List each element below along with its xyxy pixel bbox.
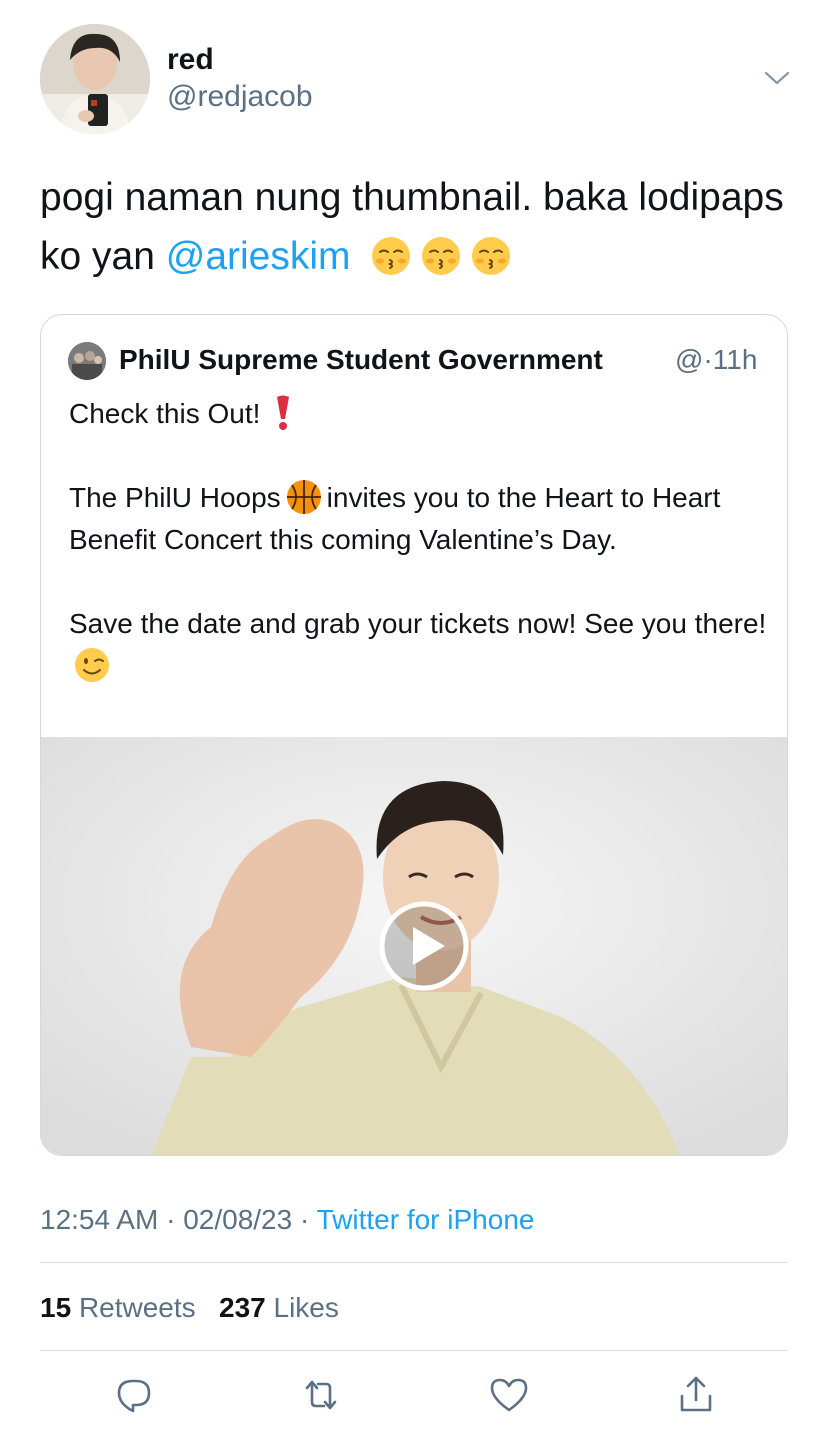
quoted-time-ago: 11h (712, 344, 758, 375)
tweet-timestamp-line: 12:54 AM · 02/08/23 · Twitter for iPhone (40, 1202, 534, 1238)
quoted-meta-separator: · (703, 344, 713, 375)
quoted-tweet-card[interactable]: PhilU Supreme Student Government @·11h C… (40, 314, 788, 1156)
tweet-text-body: pogi naman nung thumbnail. baka lodipaps… (40, 176, 784, 278)
meta-separator: · (166, 1204, 176, 1235)
tweet-text: pogi naman nung thumbnail. baka lodipaps… (40, 168, 790, 286)
quoted-author-handle[interactable]: @ (675, 344, 703, 375)
author-handle[interactable]: @redjacob (167, 78, 313, 116)
play-button-icon[interactable] (377, 899, 471, 993)
quoted-line-3-text: Save the date and grab your tickets now!… (69, 608, 767, 639)
quoted-line-1-text: Check this Out! (69, 398, 261, 429)
basketball-icon (286, 480, 321, 514)
chevron-down-icon[interactable] (763, 68, 791, 88)
video-thumbnail[interactable] (41, 737, 787, 1155)
kissing-face-icon (372, 237, 411, 275)
tweet-action-bar (40, 1372, 788, 1418)
winking-face-icon (75, 648, 109, 682)
author-display-name[interactable]: red (167, 42, 313, 78)
meta-separator: · (299, 1204, 310, 1235)
quoted-author-meta: @·11h (675, 342, 757, 378)
exclamation-mark-icon (277, 395, 290, 430)
reply-icon[interactable] (111, 1372, 157, 1418)
likes-label: Likes (273, 1292, 339, 1323)
author-avatar[interactable] (40, 24, 150, 134)
tweet-time: 12:54 AM (40, 1204, 159, 1235)
like-icon[interactable] (486, 1372, 532, 1418)
quoted-author-name[interactable]: PhilU Supreme Student Government (119, 342, 603, 378)
share-icon[interactable] (673, 1372, 719, 1418)
tweet-source-link[interactable]: Twitter for iPhone (317, 1204, 535, 1235)
tweet-stats: 15 Retweets 237 Likes (40, 1290, 339, 1326)
tweet-header: red @redjacob (40, 24, 800, 136)
quoted-line-3: Save the date and grab your tickets now!… (69, 603, 769, 687)
divider (40, 1262, 788, 1263)
quoted-line-2: The PhilU Hoops invites you to the Heart… (69, 477, 769, 561)
likes-count: 237 (219, 1292, 266, 1323)
retweets-count: 15 (40, 1292, 72, 1323)
kissing-face-icon (472, 237, 511, 275)
author-names: red @redjacob (167, 42, 313, 116)
quoted-line-1: Check this Out! (69, 393, 769, 435)
retweets-stat[interactable]: 15 Retweets (40, 1292, 196, 1323)
quoted-author-avatar[interactable] (68, 342, 106, 380)
tweet-date: 02/08/23 (183, 1204, 293, 1235)
retweet-icon[interactable] (298, 1372, 344, 1418)
mention-link[interactable]: @arieskim (166, 235, 351, 278)
likes-stat[interactable]: 237 Likes (219, 1292, 339, 1323)
quoted-tweet-body: Check this Out! The PhilU Hoops invites … (69, 393, 769, 687)
quoted-line-2a-text: The PhilU Hoops (69, 482, 281, 513)
divider (40, 1350, 788, 1351)
retweets-label: Retweets (78, 1292, 196, 1323)
kissing-face-icon (422, 237, 461, 275)
